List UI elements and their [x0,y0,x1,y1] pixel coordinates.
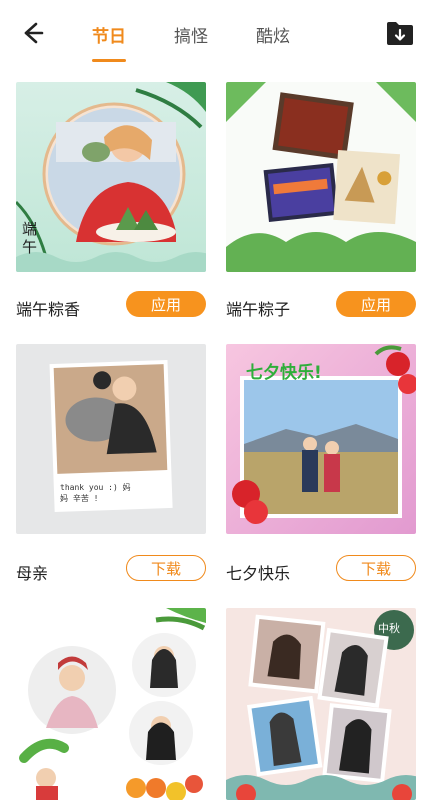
category-tabs: 节日 搞怪 酷炫 [92,22,290,47]
template-card[interactable] [226,82,416,272]
apply-button[interactable]: 应用 [336,291,416,317]
template-card[interactable] [16,608,206,800]
template-thumbnail[interactable] [226,82,416,272]
card-footer: 七夕快乐 下载 [226,554,430,584]
download-button[interactable]: 下载 [336,555,416,581]
thumb-caption: 端午 [22,220,38,256]
template-title: 母亲 [16,564,49,583]
tab-funny[interactable]: 搞怪 [174,22,208,47]
top-bar: 节日 搞怪 酷炫 [0,0,430,66]
tab-festival[interactable]: 节日 [92,22,126,47]
thumb-caption: 中秋 [378,622,400,635]
template-title: 七夕快乐 [226,564,291,583]
template-thumbnail[interactable]: thank you :) 妈妈 辛苦 ! [16,344,206,534]
template-card[interactable]: thank you :) 妈妈 辛苦 ! [16,344,206,534]
template-card[interactable]: 端午 [16,82,206,272]
thumb-caption: thank you :) 妈妈 辛苦 ! [60,483,131,503]
template-title: 端午粽子 [226,300,291,319]
template-card[interactable]: 中秋 [226,608,416,800]
template-thumbnail[interactable]: 端午 [16,82,206,272]
template-thumbnail[interactable]: 中秋 [226,608,416,800]
download-button[interactable]: 下载 [126,555,206,581]
template-thumbnail[interactable]: 七夕快乐! [226,344,416,534]
tab-cool[interactable]: 酷炫 [256,22,290,47]
template-card[interactable]: 七夕快乐! [226,344,416,534]
apply-button[interactable]: 应用 [126,291,206,317]
card-footer: 端午粽子 应用 [226,290,430,320]
active-tab-indicator [92,59,126,62]
template-title: 端午粽香 [16,300,81,319]
template-thumbnail[interactable] [16,608,206,800]
folder-download-icon[interactable] [386,20,414,46]
thumb-caption: 七夕快乐! [246,363,322,383]
back-arrow-icon[interactable] [16,18,46,48]
